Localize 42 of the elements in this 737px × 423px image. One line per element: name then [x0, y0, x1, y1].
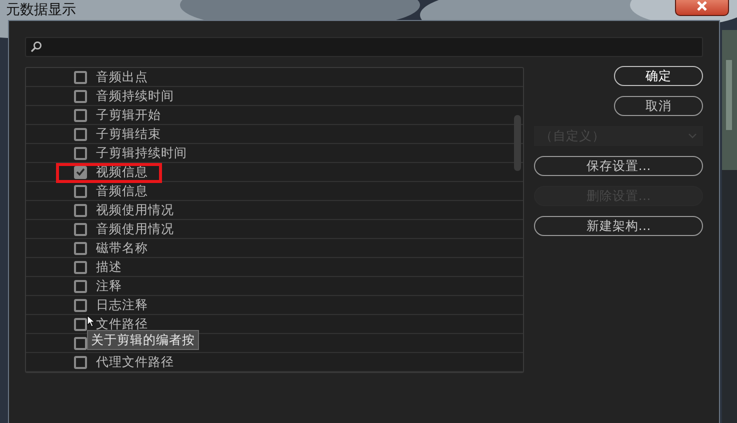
- field-label: 视频使用情况: [96, 202, 174, 218]
- checkbox[interactable]: [74, 204, 87, 216]
- close-button[interactable]: [675, 0, 729, 16]
- checkbox[interactable]: [74, 90, 87, 102]
- field-label: 音频使用情况: [96, 221, 174, 237]
- field-label: 注释: [96, 278, 122, 294]
- field-label: 音频信息: [96, 183, 148, 199]
- field-label: 子剪辑持续时间: [96, 145, 187, 161]
- field-label: 视频信息: [96, 164, 148, 180]
- cursor-icon: [87, 314, 95, 329]
- close-icon: [696, 1, 708, 11]
- checkbox[interactable]: [74, 108, 87, 122]
- dialog-button[interactable]: 保存设置…: [534, 156, 703, 176]
- checkbox[interactable]: [74, 298, 87, 312]
- checkbox[interactable]: [74, 184, 87, 198]
- checkbox[interactable]: [74, 128, 87, 140]
- search-icon: [30, 41, 42, 53]
- window-title: 元数据显示: [6, 2, 76, 18]
- checkbox[interactable]: [74, 242, 87, 254]
- checkbox[interactable]: [74, 260, 87, 274]
- field-label: 代理文件路径: [96, 354, 174, 370]
- dialog-button[interactable]: 新建架构…: [534, 216, 703, 236]
- field-label: 磁带名称: [96, 240, 148, 256]
- checkbox[interactable]: [74, 280, 87, 292]
- checkbox[interactable]: [74, 356, 87, 368]
- field-label: 日志注释: [96, 297, 148, 313]
- tooltip: 关于剪辑的编者按: [87, 330, 199, 350]
- dialog-button[interactable]: 确定: [614, 66, 703, 86]
- caret-icon: [688, 133, 697, 139]
- search-field[interactable]: [25, 37, 703, 57]
- checkbox[interactable]: [74, 166, 87, 178]
- field-label: 文件路径: [96, 316, 148, 332]
- field-label: 子剪辑开始: [96, 107, 161, 123]
- dialog-button[interactable]: 取消: [614, 96, 703, 116]
- field-label: 子剪辑结束: [96, 126, 161, 142]
- scrollbar-thumb[interactable]: [514, 115, 521, 171]
- checkbox[interactable]: [74, 70, 87, 84]
- field-label: 描述: [96, 259, 122, 275]
- field-label: 音频持续时间: [96, 88, 174, 104]
- field-label: 音频出点: [96, 69, 148, 85]
- checkbox[interactable]: [74, 146, 87, 160]
- checkbox[interactable]: [74, 222, 87, 236]
